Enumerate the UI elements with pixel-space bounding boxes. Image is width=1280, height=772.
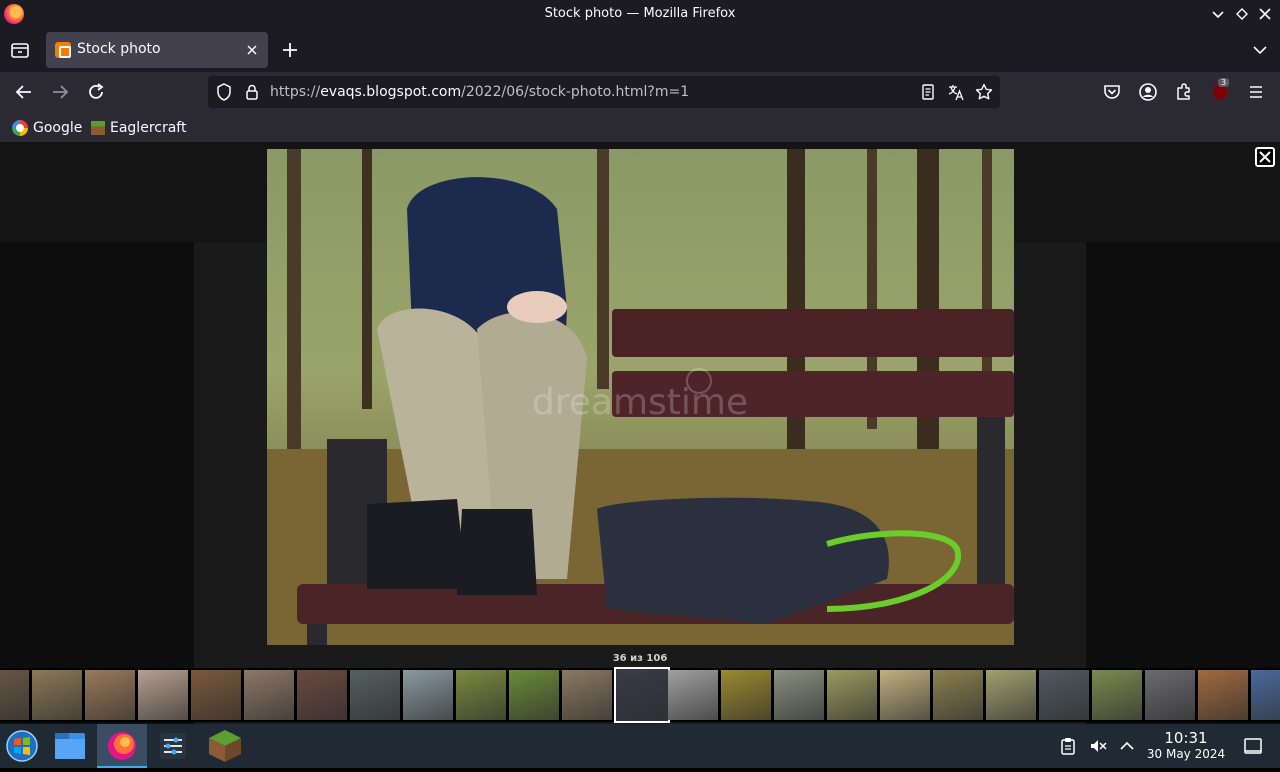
firefox-view-icon[interactable] (8, 38, 32, 62)
google-favicon-icon (12, 120, 28, 136)
system-settings-icon[interactable] (148, 724, 198, 768)
url-text[interactable]: https://evaqs.blogspot.com/2022/06/stock… (270, 84, 689, 100)
thumbnail[interactable] (562, 670, 612, 720)
thumbnail[interactable] (1039, 670, 1089, 720)
url-path: /2022/06/stock-photo.html?m=1 (461, 84, 690, 100)
lightbox-photo: dreamstime (267, 149, 1014, 645)
thumbnail[interactable] (32, 670, 82, 720)
url-scheme: https:// (270, 84, 321, 100)
thumbnail[interactable] (297, 670, 347, 720)
tab-label: Stock photo (77, 41, 161, 57)
lock-icon[interactable] (242, 82, 262, 102)
bookmarks-toolbar: Google Eaglercraft (0, 112, 1280, 142)
list-all-tabs-icon[interactable] (1250, 40, 1270, 60)
thumbnail[interactable] (827, 670, 877, 720)
thumbnail[interactable] (0, 670, 29, 720)
close-window-icon[interactable] (1255, 4, 1275, 24)
url-bar[interactable]: https://evaqs.blogspot.com/2022/06/stock… (208, 76, 1000, 108)
bookmark-star-icon[interactable] (974, 82, 994, 102)
thumbnail-strip[interactable] (0, 667, 1280, 723)
reload-icon[interactable] (84, 80, 108, 104)
new-tab-icon[interactable] (278, 38, 302, 62)
ublock-origin-icon[interactable]: 3 (1208, 78, 1232, 104)
minimize-icon[interactable] (1208, 4, 1228, 24)
blogger-favicon-icon (55, 42, 71, 58)
thumbnail[interactable] (774, 670, 824, 720)
reader-view-icon[interactable] (918, 82, 938, 102)
window-titlebar: Stock photo — Mozilla Firefox (0, 0, 1280, 28)
pocket-icon[interactable] (1100, 80, 1124, 104)
thumbnail[interactable] (986, 670, 1036, 720)
thumbnail[interactable] (509, 670, 559, 720)
forward-arrow-icon[interactable] (48, 80, 72, 104)
clock-date[interactable]: 30 May 2024 (1140, 747, 1232, 761)
thumbnail[interactable] (880, 670, 930, 720)
lightbox-close-icon[interactable] (1255, 147, 1275, 167)
close-tab-icon[interactable] (242, 40, 262, 60)
back-arrow-icon[interactable] (12, 80, 36, 104)
window-title: Stock photo — Mozilla Firefox (544, 6, 736, 21)
tab-stock-photo[interactable]: Stock photo (46, 32, 268, 68)
thumbnail[interactable] (191, 670, 241, 720)
translate-icon[interactable] (946, 82, 966, 102)
thumbnail[interactable] (1092, 670, 1142, 720)
thumbnail[interactable] (403, 670, 453, 720)
thumbnail[interactable] (456, 670, 506, 720)
bookmark-google[interactable]: Google (12, 118, 82, 138)
navigation-toolbar: https://evaqs.blogspot.com/2022/06/stock… (0, 72, 1280, 112)
watermark-text: dreamstime (532, 382, 748, 423)
thumbnail[interactable] (668, 670, 718, 720)
account-icon[interactable] (1136, 80, 1160, 104)
show-desktop-icon[interactable] (1243, 736, 1263, 756)
lightbox-counter: 36 из 106 (612, 653, 668, 664)
thumbnail[interactable] (1251, 670, 1280, 720)
clock-time[interactable]: 10:31 (1148, 729, 1224, 747)
url-host: evaqs.blogspot.com (320, 84, 462, 100)
thumbnail[interactable] (244, 670, 294, 720)
thumbnail[interactable] (933, 670, 983, 720)
system-tray-expand-icon[interactable] (1117, 736, 1137, 756)
grass-block-icon (91, 121, 105, 135)
bookmark-eaglercraft[interactable]: Eaglercraft (91, 118, 186, 138)
maximize-icon[interactable] (1232, 4, 1252, 24)
minecraft-icon[interactable] (200, 724, 250, 768)
clipboard-icon[interactable] (1058, 736, 1078, 756)
thumbnail[interactable] (85, 670, 135, 720)
taskbar: 10:31 30 May 2024 (0, 724, 1280, 768)
thumbnail-active[interactable] (614, 667, 670, 723)
bookmark-label: Eaglercraft (110, 120, 187, 136)
thumbnail[interactable] (1145, 670, 1195, 720)
file-manager-icon[interactable] (46, 724, 96, 768)
extensions-puzzle-icon[interactable] (1172, 80, 1196, 104)
tracking-protection-shield-icon[interactable] (214, 82, 234, 102)
extension-badge: 3 (1218, 78, 1230, 87)
start-menu-icon[interactable] (0, 724, 50, 768)
page-content: dreamstime 36 из 106 (0, 142, 1280, 724)
volume-muted-icon[interactable] (1088, 736, 1108, 756)
thumbnail[interactable] (1198, 670, 1248, 720)
firefox-taskbar-icon[interactable] (97, 724, 147, 768)
thumbnail[interactable] (721, 670, 771, 720)
thumbnail[interactable] (350, 670, 400, 720)
hamburger-menu-icon[interactable] (1244, 80, 1268, 104)
tab-bar: Stock photo (0, 28, 1280, 72)
bookmark-label: Google (33, 120, 83, 136)
thumbnail[interactable] (138, 670, 188, 720)
